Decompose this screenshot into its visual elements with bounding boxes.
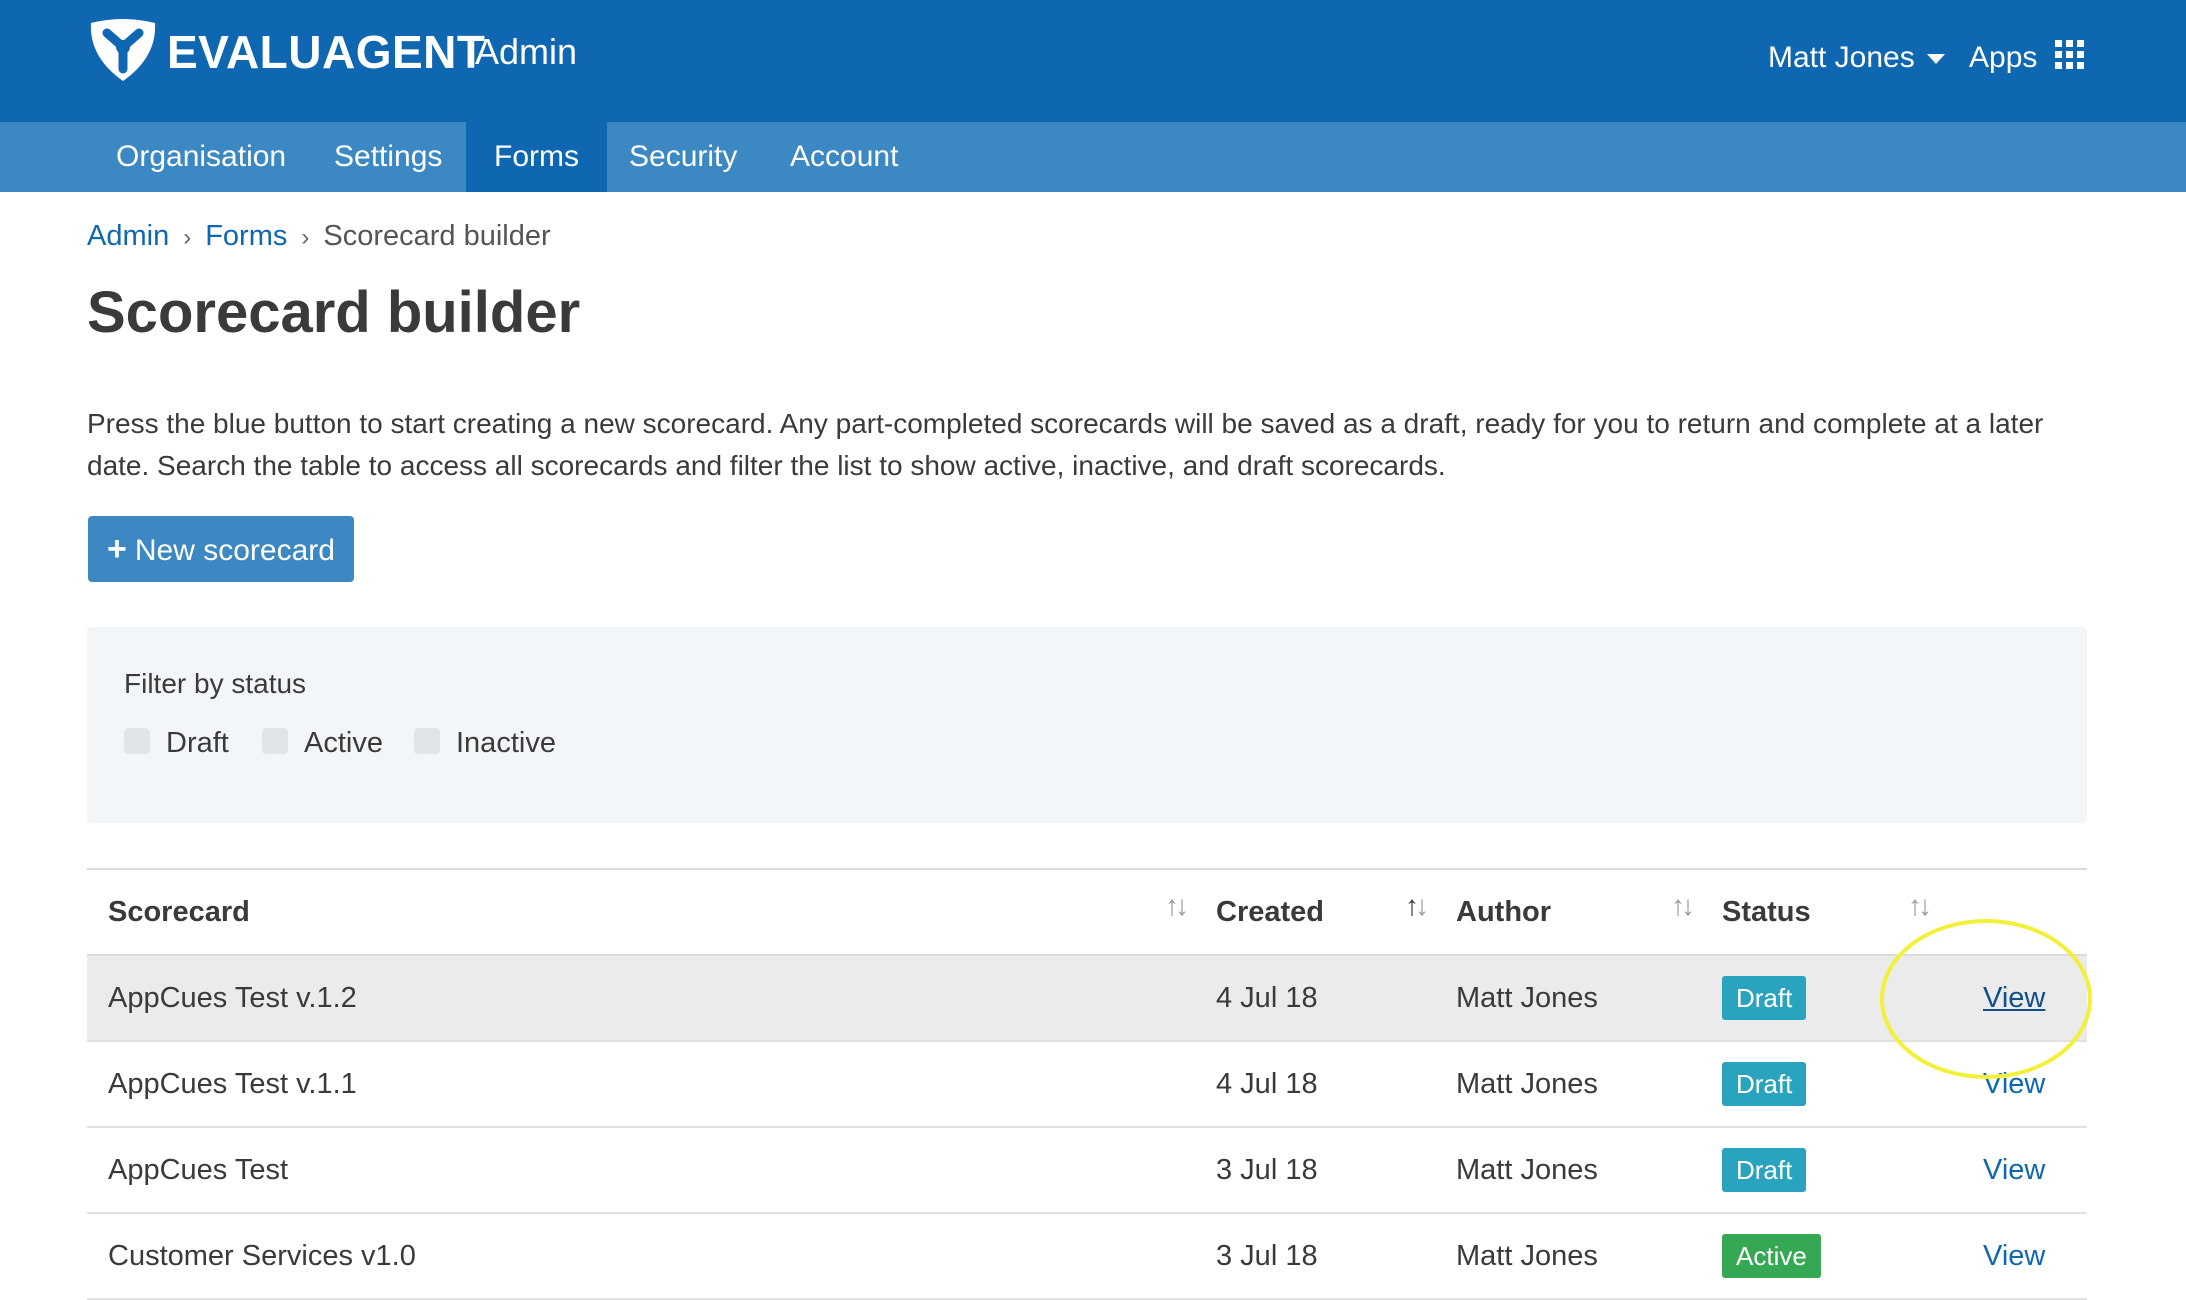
view-link[interactable]: View <box>1983 1154 2045 1186</box>
tab-forms[interactable]: Forms <box>466 122 607 192</box>
cell-author: Matt Jones <box>1435 1213 1701 1300</box>
filter-inactive-label: Inactive <box>456 727 556 759</box>
cell-author: Matt Jones <box>1435 955 1701 1042</box>
column-label: Scorecard <box>108 895 250 928</box>
sort-arrows-icon[interactable]: ↑↓ <box>1671 890 1695 922</box>
user-name: Matt Jones <box>1768 41 1915 74</box>
filter-title: Filter by status <box>124 668 307 699</box>
cell-scorecard-name: AppCues Test <box>87 1127 1195 1214</box>
plus-icon: + <box>107 530 127 568</box>
filter-active-checkbox[interactable]: Active <box>262 723 383 763</box>
tab-settings[interactable]: Settings <box>306 122 470 192</box>
view-link[interactable]: View <box>1983 982 2045 1014</box>
apps-label[interactable]: Apps <box>1969 36 2037 80</box>
column-header-actions <box>1928 868 2087 956</box>
intro-text: Press the blue button to start creating … <box>87 408 2044 481</box>
tab-account[interactable]: Account <box>762 122 926 192</box>
filter-panel: Filter by status Draft Active Inactive <box>87 627 2087 823</box>
grid-icon[interactable] <box>2055 40 2085 70</box>
column-header-status[interactable]: Status ↑↓ <box>1701 868 1932 956</box>
breadcrumb-current: Scorecard builder <box>323 220 551 252</box>
cell-created: 4 Jul 18 <box>1195 1041 1435 1128</box>
cell-scorecard-name: Customer Services v1.0 <box>87 1213 1195 1300</box>
breadcrumb: Admin › Forms › Scorecard builder <box>87 216 551 258</box>
tab-security[interactable]: Security <box>601 122 765 192</box>
cell-action: View <box>1928 1127 2087 1214</box>
cell-action: View <box>1928 955 2087 1042</box>
checkbox-box[interactable] <box>124 728 150 755</box>
checkbox-box[interactable] <box>414 728 440 755</box>
evaluagent-logo-icon[interactable] <box>87 17 159 83</box>
sort-arrows-icon[interactable]: ↑↓ <box>1405 890 1429 922</box>
table-row: AppCues Test 3 Jul 18 Matt Jones Draft V… <box>87 1127 2087 1214</box>
filter-draft-label: Draft <box>166 727 229 759</box>
new-scorecard-button[interactable]: + New scorecard <box>88 516 354 582</box>
column-header-author[interactable]: Author ↑↓ <box>1435 868 1701 956</box>
scorecard-table: Scorecard ↑↓ Created ↑↓ Author ↑↓ Status ↑↓ … <box>87 868 2087 1300</box>
status-badge: Draft <box>1722 976 1807 1020</box>
filter-inactive-checkbox[interactable]: Inactive <box>414 723 556 763</box>
sort-arrows-icon[interactable]: ↑↓ <box>1908 890 1932 922</box>
nav-bar: Organisation Settings Forms Security Acc… <box>0 122 2186 192</box>
new-scorecard-label: New scorecard <box>134 534 335 567</box>
column-header-scorecard[interactable]: Scorecard ↑↓ <box>87 868 1195 956</box>
view-link[interactable]: View <box>1983 1240 2045 1272</box>
table-row: Customer Services v1.0 3 Jul 18 Matt Jon… <box>87 1213 2087 1300</box>
view-link[interactable]: View <box>1983 1068 2045 1100</box>
column-header-created[interactable]: Created ↑↓ <box>1195 868 1435 956</box>
user-menu[interactable]: Matt Jones <box>1768 36 1945 80</box>
status-badge: Draft <box>1722 1062 1807 1106</box>
status-badge: Active <box>1722 1234 1821 1278</box>
table-row: AppCues Test v.1.1 4 Jul 18 Matt Jones D… <box>87 1041 2087 1128</box>
cell-action: View <box>1928 1041 2087 1128</box>
breadcrumb-admin[interactable]: Admin <box>87 220 169 252</box>
cell-scorecard-name: AppCues Test v.1.2 <box>87 955 1195 1042</box>
cell-status: Draft <box>1701 955 1928 1042</box>
column-label: Status <box>1722 895 1811 928</box>
status-badge: Draft <box>1722 1148 1807 1192</box>
cell-scorecard-name: AppCues Test v.1.1 <box>87 1041 1195 1128</box>
breadcrumb-separator: › <box>301 224 310 251</box>
cell-created: 3 Jul 18 <box>1195 1213 1435 1300</box>
caret-down-icon <box>1926 54 1945 65</box>
checkbox-box[interactable] <box>262 728 288 755</box>
tab-organisation[interactable]: Organisation <box>88 122 314 192</box>
cell-status: Active <box>1701 1213 1928 1300</box>
cell-status: Draft <box>1701 1041 1928 1128</box>
brand-section: Admin <box>475 31 578 72</box>
breadcrumb-separator: › <box>183 224 192 251</box>
page-title: Scorecard builder <box>87 280 581 345</box>
table-header-row: Scorecard ↑↓ Created ↑↓ Author ↑↓ Status ↑↓ <box>87 868 2087 956</box>
filter-draft-checkbox[interactable]: Draft <box>124 723 229 763</box>
filter-active-label: Active <box>304 727 383 759</box>
table-row: AppCues Test v.1.2 4 Jul 18 Matt Jones D… <box>87 955 2087 1042</box>
top-bar: EVALUAGENT Admin Matt Jones Apps <box>0 0 2186 122</box>
cell-created: 3 Jul 18 <box>1195 1127 1435 1214</box>
cell-created: 4 Jul 18 <box>1195 955 1435 1042</box>
brand-name[interactable]: EVALUAGENT <box>167 22 486 82</box>
cell-action: View <box>1928 1213 2087 1300</box>
column-label: Author <box>1456 895 1552 928</box>
column-label: Created <box>1216 895 1324 928</box>
cell-author: Matt Jones <box>1435 1127 1701 1214</box>
cell-author: Matt Jones <box>1435 1041 1701 1128</box>
sort-arrows-icon[interactable]: ↑↓ <box>1165 890 1189 922</box>
cell-status: Draft <box>1701 1127 1928 1214</box>
breadcrumb-forms[interactable]: Forms <box>205 220 287 252</box>
